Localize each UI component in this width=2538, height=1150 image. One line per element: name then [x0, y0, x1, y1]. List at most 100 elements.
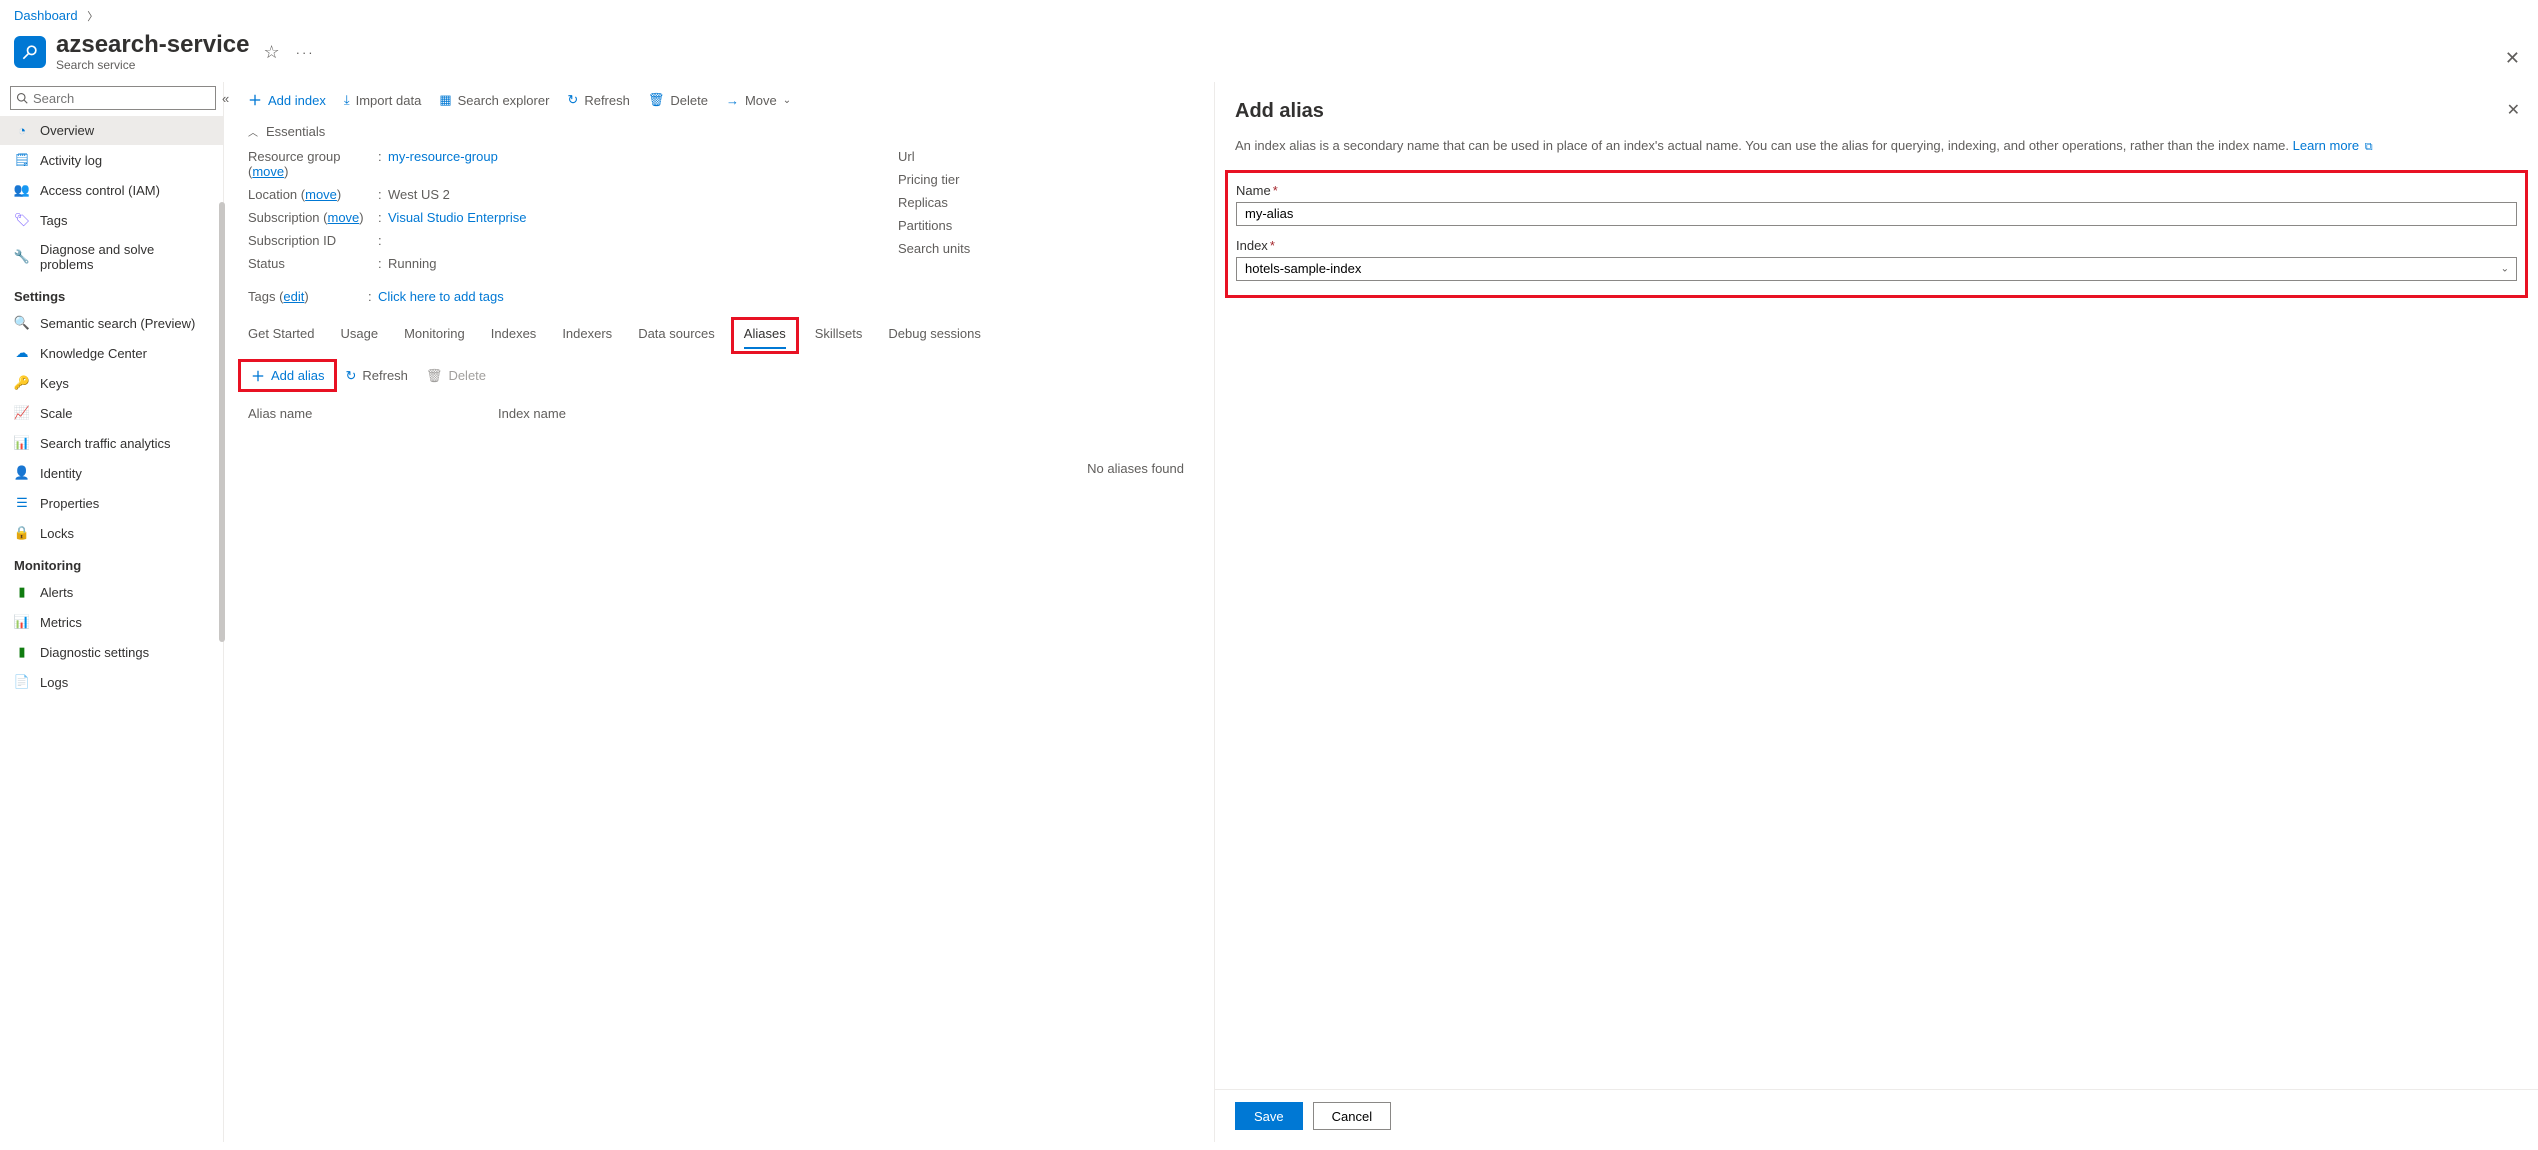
nav-identity[interactable]: 👤 Identity	[0, 458, 223, 488]
nav-label: Scale	[40, 406, 73, 421]
nav-label: Identity	[40, 466, 82, 481]
nav-keys[interactable]: 🔑Keys	[0, 368, 223, 398]
nav-metrics[interactable]: 📊Metrics	[0, 607, 223, 637]
search-explorer-button[interactable]: ▦Search explorer	[439, 92, 549, 108]
learn-more-link[interactable]: Learn more ⧉	[2293, 138, 2373, 153]
button-label: Search explorer	[458, 93, 550, 108]
col-index-name: Index name	[498, 406, 566, 421]
nav-semantic-search[interactable]: 🔍 Semantic search (Preview)	[0, 308, 223, 338]
alias-index-select[interactable]: hotels-sample-index	[1236, 257, 2517, 281]
button-label: Delete	[670, 93, 708, 108]
tab-data-sources[interactable]: Data sources	[638, 320, 715, 351]
move-location-link[interactable]: move	[305, 187, 337, 202]
import-data-button[interactable]: ⤓ Import data	[344, 92, 422, 108]
move-resource-group-link[interactable]: move	[252, 164, 284, 179]
kv-label: Resource group	[248, 149, 341, 164]
nav-scale[interactable]: 📈 Scale	[0, 398, 223, 428]
page-subtitle: Search service	[56, 58, 249, 72]
tab-indexes[interactable]: Indexes	[491, 320, 537, 351]
more-icon[interactable]: ···	[296, 45, 315, 60]
tab-get-started[interactable]: Get Started	[248, 320, 314, 351]
button-label: Import data	[356, 93, 422, 108]
tab-skillsets[interactable]: Skillsets	[815, 320, 863, 351]
nav-access-control[interactable]: 👥Access control (IAM)	[0, 175, 223, 205]
kv-label: Partitions	[898, 218, 1028, 233]
scale-icon: 📈	[14, 405, 30, 421]
nav-label: Diagnostic settings	[40, 645, 149, 660]
close-blade-button[interactable]: ✕	[2505, 48, 2520, 69]
panel-close-button[interactable]: ✕	[2507, 100, 2520, 120]
nav-knowledge-center[interactable]: ☁Knowledge Center	[0, 338, 223, 368]
refresh-button[interactable]: ↻Refresh	[567, 92, 629, 108]
nav-label: Access control (IAM)	[40, 183, 160, 198]
tags-icon: 🏷	[14, 212, 30, 228]
chevron-right-icon: 〉	[87, 11, 98, 23]
tab-aliases-highlight: Aliases	[731, 317, 799, 354]
kv-label: Pricing tier	[898, 172, 1028, 187]
nav-section-settings: Settings	[0, 279, 223, 308]
delete-button[interactable]: 🗑Delete	[648, 92, 708, 108]
metrics-icon: 📊	[14, 614, 30, 630]
tab-usage[interactable]: Usage	[340, 320, 378, 351]
save-button[interactable]: Save	[1235, 1102, 1303, 1130]
edit-tags-link[interactable]: edit	[283, 289, 304, 304]
tab-monitoring[interactable]: Monitoring	[404, 320, 465, 351]
nav-overview[interactable]: ◔Overview	[0, 116, 223, 145]
page-header: azsearch-service Search service ☆ ··· ✕	[0, 28, 2538, 82]
status-value: Running	[388, 256, 436, 271]
refresh-icon: ↻	[345, 368, 356, 384]
add-index-button[interactable]: Add index	[248, 93, 326, 108]
button-label: Add index	[268, 93, 326, 108]
breadcrumb-dashboard[interactable]: Dashboard	[14, 8, 78, 23]
search-icon	[16, 92, 28, 104]
kv-label: Url	[898, 149, 1028, 164]
button-label: Refresh	[362, 368, 408, 383]
nav-section-monitoring: Monitoring	[0, 548, 223, 577]
nav-logs[interactable]: 📄Logs	[0, 667, 223, 697]
nav-diagnostic-settings[interactable]: ▮Diagnostic settings	[0, 637, 223, 667]
essentials-toggle[interactable]: ︿ Essentials	[234, 118, 1214, 145]
aliases-refresh-button[interactable]: ↻ Refresh	[345, 368, 407, 384]
form-highlight: Name* Index* hotels-sample-index ⌄	[1225, 170, 2528, 298]
import-icon: ⤓	[344, 92, 350, 108]
subscription-link[interactable]: Visual Studio Enterprise	[388, 210, 527, 225]
tab-aliases[interactable]: Aliases	[744, 320, 786, 351]
nav-activity-log[interactable]: 🗒Activity log	[0, 145, 223, 175]
nav-tags[interactable]: 🏷Tags	[0, 205, 223, 235]
chevron-down-icon: ⌄	[783, 95, 791, 106]
move-button[interactable]: →Move⌄	[726, 93, 791, 108]
aliases-empty-message: No aliases found	[234, 431, 1214, 476]
sidebar-search-input[interactable]	[10, 86, 216, 110]
kv-label: Subscription	[248, 210, 320, 225]
nav-diagnose[interactable]: 🔧Diagnose and solve problems	[0, 235, 223, 279]
favorite-star-icon[interactable]: ☆	[263, 42, 279, 63]
logs-icon: 📄	[14, 674, 30, 690]
diagnose-icon: 🔧	[14, 249, 30, 265]
nav-locks[interactable]: 🔒Locks	[0, 518, 223, 548]
nav-alerts[interactable]: ▮Alerts	[0, 577, 223, 607]
nav-traffic-analytics[interactable]: 📊Search traffic analytics	[0, 428, 223, 458]
panel-description: An index alias is a secondary name that …	[1235, 137, 2518, 155]
nav-label: Keys	[40, 376, 69, 391]
nav-label: Overview	[40, 123, 94, 138]
tab-debug-sessions[interactable]: Debug sessions	[888, 320, 981, 351]
nav-label: Semantic search (Preview)	[40, 316, 195, 331]
semantic-search-icon: 🔍	[14, 315, 30, 331]
resource-group-link[interactable]: my-resource-group	[388, 149, 498, 179]
main-content: Add index ⤓Import data ▦Search explorer …	[224, 82, 1214, 1142]
add-tags-link[interactable]: Click here to add tags	[378, 289, 504, 304]
alias-name-input[interactable]	[1236, 202, 2517, 226]
alerts-icon: ▮	[14, 584, 30, 600]
move-subscription-link[interactable]: move	[328, 210, 360, 225]
cancel-button[interactable]: Cancel	[1313, 1102, 1391, 1130]
index-field-label: Index*	[1236, 238, 2517, 253]
breadcrumb: Dashboard 〉	[0, 0, 2538, 28]
tab-indexers[interactable]: Indexers	[562, 320, 612, 351]
kv-label: Search units	[898, 241, 1028, 256]
nav-properties[interactable]: ☰Properties	[0, 488, 223, 518]
properties-icon: ☰	[14, 495, 30, 511]
essentials-label: Essentials	[266, 124, 325, 139]
add-alias-highlight: Add alias	[238, 359, 337, 392]
add-alias-button[interactable]: Add alias	[251, 368, 324, 383]
identity-icon: 👤	[14, 465, 30, 481]
